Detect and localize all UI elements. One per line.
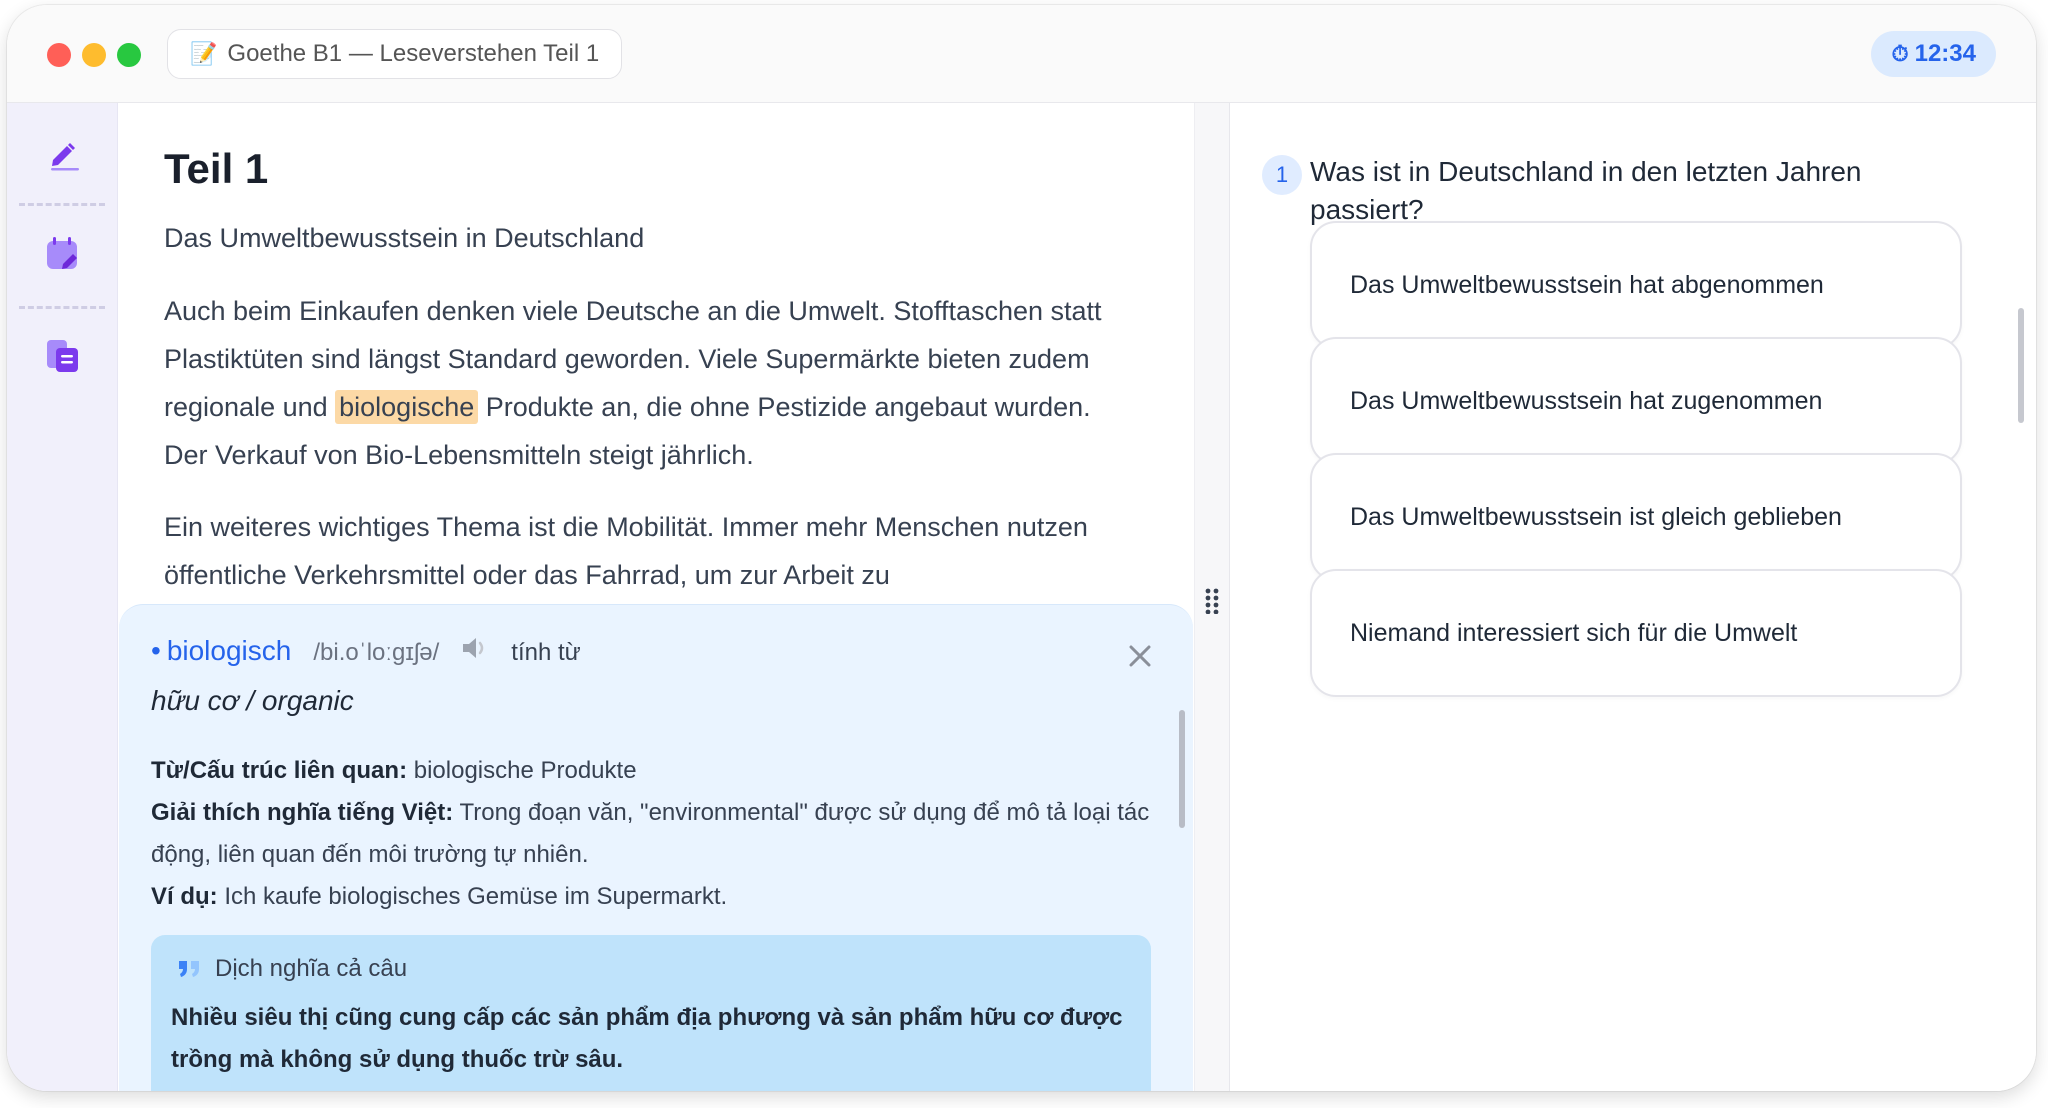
maximize-window-button[interactable]: [117, 43, 141, 67]
edit-icon: [51, 143, 79, 171]
vocab-related: Từ/Cấu trúc liên quan: biologische Produ…: [151, 750, 1151, 792]
sidebar: [7, 103, 118, 1091]
related-label: Từ/Cấu trúc liên quan:: [151, 757, 408, 784]
title-bar: 📝 Goethe B1 — Leseverstehen Teil 1 ⏱ 12:…: [7, 5, 2036, 103]
vocab-example: Ví dụ: Ich kaufe biologisches Gemüse im …: [151, 876, 1151, 918]
question-text: Was ist in Deutschland in den letzten Ja…: [1310, 156, 1862, 225]
answer-option-4[interactable]: Niemand interessiert sich für die Umwelt: [1310, 569, 1962, 697]
reading-paragraph: Ein weiteres wichtiges Thema ist die Mob…: [164, 512, 1088, 590]
close-window-button[interactable]: [47, 43, 71, 67]
sidebar-item-edit[interactable]: [32, 123, 94, 185]
documents-icon: [47, 340, 78, 372]
popup-scrollbar[interactable]: [1179, 710, 1185, 828]
translation-text: Nhiều siêu thị cũng cung cấp các sản phẩ…: [171, 1004, 1123, 1073]
vocabulary-popup: • biologisch /bi.oˈloːɡɪʃə/ tính từ hữu c…: [119, 604, 1193, 1091]
vocab-header: • biologisch /bi.oˈloːɡɪʃə/ tính từ: [151, 635, 581, 667]
answer-option-3[interactable]: Das Umweltbewusstsein ist gleich geblieb…: [1310, 453, 1962, 581]
drag-handle[interactable]: [1197, 583, 1227, 619]
minimize-window-button[interactable]: [82, 43, 106, 67]
timer-badge: ⏱ 12:34: [1871, 31, 1996, 77]
question-panel: 1 Was ist in Deutschland in den letzten …: [1230, 103, 2036, 1091]
timer-value: 12:34: [1914, 40, 1976, 67]
example-label: Ví dụ:: [151, 883, 218, 910]
vocab-meaning: hữu cơ / organic: [151, 685, 354, 716]
memo-icon: 📝: [190, 41, 218, 66]
explanation-label: Giải thích nghĩa tiếng Việt:: [151, 799, 454, 826]
highlighted-word[interactable]: biologische: [335, 390, 479, 424]
document-tab[interactable]: 📝 Goethe B1 — Leseverstehen Teil 1: [167, 29, 623, 79]
translation-title: Dịch nghĩa cả câu: [215, 955, 408, 982]
close-popup-button[interactable]: [1125, 641, 1155, 671]
drag-dots-icon: [1205, 588, 1219, 614]
sidebar-item-documents[interactable]: [32, 325, 94, 387]
pronounce-button[interactable]: [461, 636, 489, 660]
translation-header: Dịch nghĩa cả câu: [177, 955, 407, 983]
vocab-part-of-speech: tính từ: [511, 639, 581, 666]
reading-paragraph: Auch beim Einkaufen denken viele Deutsch…: [164, 287, 1124, 479]
vocab-ipa: /bi.oˈloːɡɪʃə/: [313, 639, 440, 666]
answer-option-1[interactable]: Das Umweltbewusstsein hat abgenommen: [1310, 221, 1962, 349]
calendar-edit-icon: [47, 237, 77, 269]
text-subtitle: Das Umweltbewusstsein in Deutschland: [164, 223, 645, 253]
sidebar-divider: [19, 203, 105, 206]
app-window: 📝 Goethe B1 — Leseverstehen Teil 1 ⏱ 12:…: [7, 5, 2036, 1091]
example-value: Ich kaufe biologisches Gemüse im Superma…: [217, 883, 728, 910]
close-icon: [1129, 645, 1151, 667]
vocab-word-text: biologisch: [166, 635, 292, 666]
answer-option-2[interactable]: Das Umweltbewusstsein hat zugenommen: [1310, 337, 1962, 465]
document-tab-title: Goethe B1 — Leseverstehen Teil 1: [227, 40, 600, 67]
question-scrollbar[interactable]: [2018, 308, 2024, 423]
speaker-icon: [463, 638, 484, 658]
sidebar-divider: [19, 306, 105, 309]
question-number: 1: [1262, 155, 1302, 195]
vocab-word: • biologisch: [151, 635, 292, 666]
related-value: biologische Produkte: [407, 757, 637, 784]
vocab-details: Từ/Cấu trúc liên quan: biologische Produ…: [151, 750, 1151, 918]
sentence-translation-box: Dịch nghĩa cả câu Nhiều siêu thị cũng cu…: [151, 935, 1151, 1091]
vocab-explanation: Giải thích nghĩa tiếng Việt: Trong đoạn …: [151, 792, 1151, 876]
stopwatch-icon: ⏱: [1891, 41, 1909, 66]
quote-icon: [179, 961, 199, 977]
page-title: Teil 1: [164, 145, 269, 192]
sidebar-item-schedule[interactable]: [32, 223, 94, 285]
